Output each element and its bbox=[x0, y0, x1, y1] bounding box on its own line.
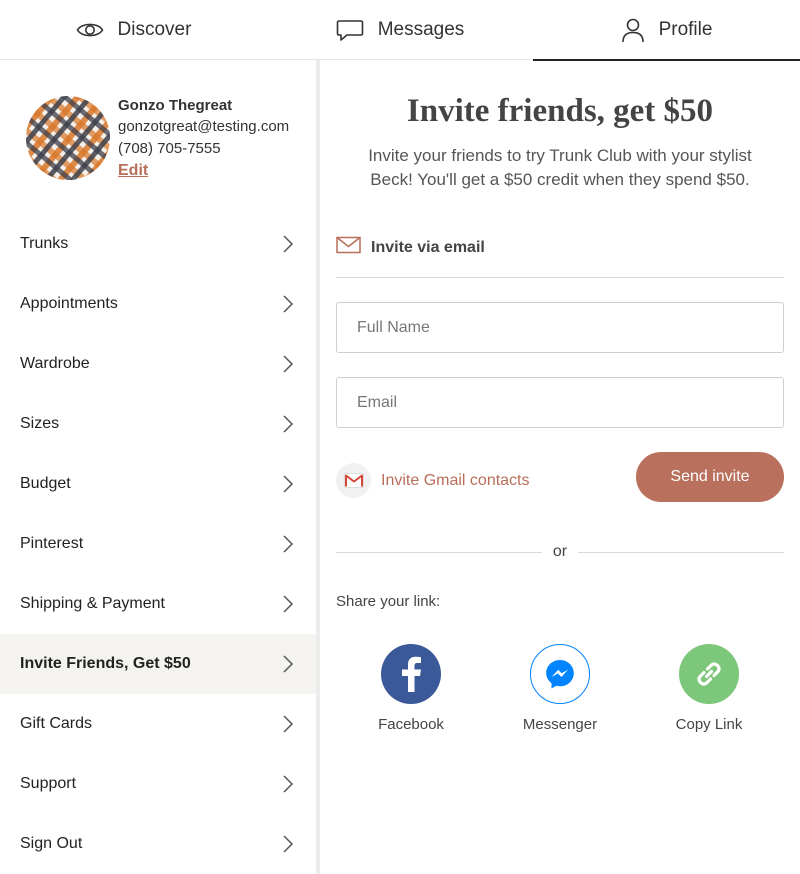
sidebar-item-appointments[interactable]: Appointments bbox=[0, 274, 316, 334]
sidebar-item-pinterest[interactable]: Pinterest bbox=[0, 514, 316, 574]
chevron-right-icon bbox=[283, 415, 294, 433]
full-name-input[interactable] bbox=[336, 302, 784, 353]
tab-messages[interactable]: Messages bbox=[267, 0, 533, 60]
sidebar-item-gift-cards[interactable]: Gift Cards bbox=[0, 694, 316, 754]
or-separator: or bbox=[336, 542, 784, 562]
chevron-right-icon bbox=[283, 595, 294, 613]
invite-via-email-header: Invite via email bbox=[336, 236, 784, 278]
messenger-icon bbox=[530, 644, 590, 704]
sidebar-item-label: Trunks bbox=[20, 235, 69, 252]
chevron-right-icon bbox=[283, 295, 294, 313]
gmail-icon bbox=[336, 463, 371, 498]
sidebar-item-label: Budget bbox=[20, 475, 71, 492]
link-icon bbox=[679, 644, 739, 704]
sidebar-item-label: Shipping & Payment bbox=[20, 595, 165, 612]
sidebar-item-trunks[interactable]: Trunks bbox=[0, 214, 316, 274]
sidebar-item-budget[interactable]: Budget bbox=[0, 454, 316, 514]
profile-name: Gonzo Thegreat bbox=[118, 97, 233, 114]
edit-profile-link[interactable]: Edit bbox=[118, 160, 298, 182]
sidebar-item-wardrobe[interactable]: Wardrobe bbox=[0, 334, 316, 394]
sidebar-item-label: Pinterest bbox=[20, 535, 84, 552]
separator-line-right bbox=[578, 552, 784, 553]
share-facebook-button[interactable]: Facebook bbox=[351, 644, 471, 733]
person-icon bbox=[621, 18, 644, 43]
invite-via-email-label: Invite via email bbox=[371, 239, 485, 256]
sidebar-item-label: Invite Friends, Get $50 bbox=[20, 655, 191, 672]
sidebar-item-label: Appointments bbox=[20, 295, 118, 312]
email-input[interactable] bbox=[336, 377, 784, 428]
page-subtitle: Invite your friends to try Trunk Club wi… bbox=[368, 146, 752, 189]
chevron-right-icon bbox=[283, 355, 294, 373]
profile-email: gonzotgreat@testing.com bbox=[118, 118, 290, 135]
share-link-label: Share your link: bbox=[336, 593, 441, 610]
page-title: Invite friends, get $50 bbox=[406, 93, 714, 129]
chevron-right-icon bbox=[283, 775, 294, 793]
profile-phone: (708) 705-7555 bbox=[118, 140, 221, 157]
invite-gmail-contacts-link[interactable]: Invite Gmail contacts bbox=[336, 463, 530, 498]
share-messenger-button[interactable]: Messenger bbox=[500, 644, 620, 733]
gmail-contacts-label: Invite Gmail contacts bbox=[381, 471, 530, 489]
tab-discover-label: Discover bbox=[117, 19, 192, 40]
avatar bbox=[26, 96, 110, 180]
chevron-right-icon bbox=[283, 535, 294, 553]
share-messenger-label: Messenger bbox=[522, 716, 598, 733]
share-facebook-label: Facebook bbox=[378, 716, 444, 733]
tab-profile[interactable]: Profile bbox=[533, 0, 800, 61]
sidebar-item-invite-friends[interactable]: Invite Friends, Get $50 bbox=[0, 634, 316, 694]
sidebar-item-label: Gift Cards bbox=[20, 715, 93, 732]
chevron-right-icon bbox=[283, 715, 294, 733]
envelope-icon bbox=[336, 236, 361, 254]
chevron-right-icon bbox=[283, 235, 294, 253]
sidebar-item-sign-out[interactable]: Sign Out bbox=[0, 814, 316, 874]
chevron-right-icon bbox=[283, 655, 294, 673]
sidebar: Gonzo Thegreat gonzotgreat@testing.com (… bbox=[0, 60, 316, 874]
send-invite-button[interactable]: Send invite bbox=[636, 452, 784, 502]
profile-card: Gonzo Thegreat gonzotgreat@testing.com (… bbox=[26, 96, 311, 186]
sidebar-item-label: Sizes bbox=[20, 415, 60, 432]
sidebar-item-support[interactable]: Support bbox=[0, 754, 316, 814]
tab-messages-label: Messages bbox=[377, 19, 465, 40]
tab-discover[interactable]: Discover bbox=[0, 0, 267, 60]
chevron-right-icon bbox=[283, 475, 294, 493]
copy-link-button[interactable]: Copy Link bbox=[649, 644, 769, 733]
sidebar-item-sizes[interactable]: Sizes bbox=[0, 394, 316, 454]
sidebar-item-shipping-payment[interactable]: Shipping & Payment bbox=[0, 574, 316, 634]
copy-link-label: Copy Link bbox=[675, 716, 743, 733]
sidebar-item-label: Support bbox=[20, 775, 77, 792]
chevron-right-icon bbox=[283, 835, 294, 853]
eye-icon bbox=[76, 23, 103, 37]
tab-profile-label: Profile bbox=[658, 19, 713, 40]
sidebar-item-label: Wardrobe bbox=[20, 355, 90, 372]
sidebar-item-label: Sign Out bbox=[20, 835, 83, 852]
facebook-icon bbox=[381, 644, 441, 704]
chat-bubble-icon bbox=[336, 20, 363, 41]
sidebar-menu: Trunks Appointments Wardrobe Sizes Budge… bbox=[0, 214, 316, 874]
invite-panel: Invite friends, get $50 Invite your frie… bbox=[320, 60, 800, 874]
top-tab-bar: Discover Messages Profile bbox=[0, 0, 800, 61]
